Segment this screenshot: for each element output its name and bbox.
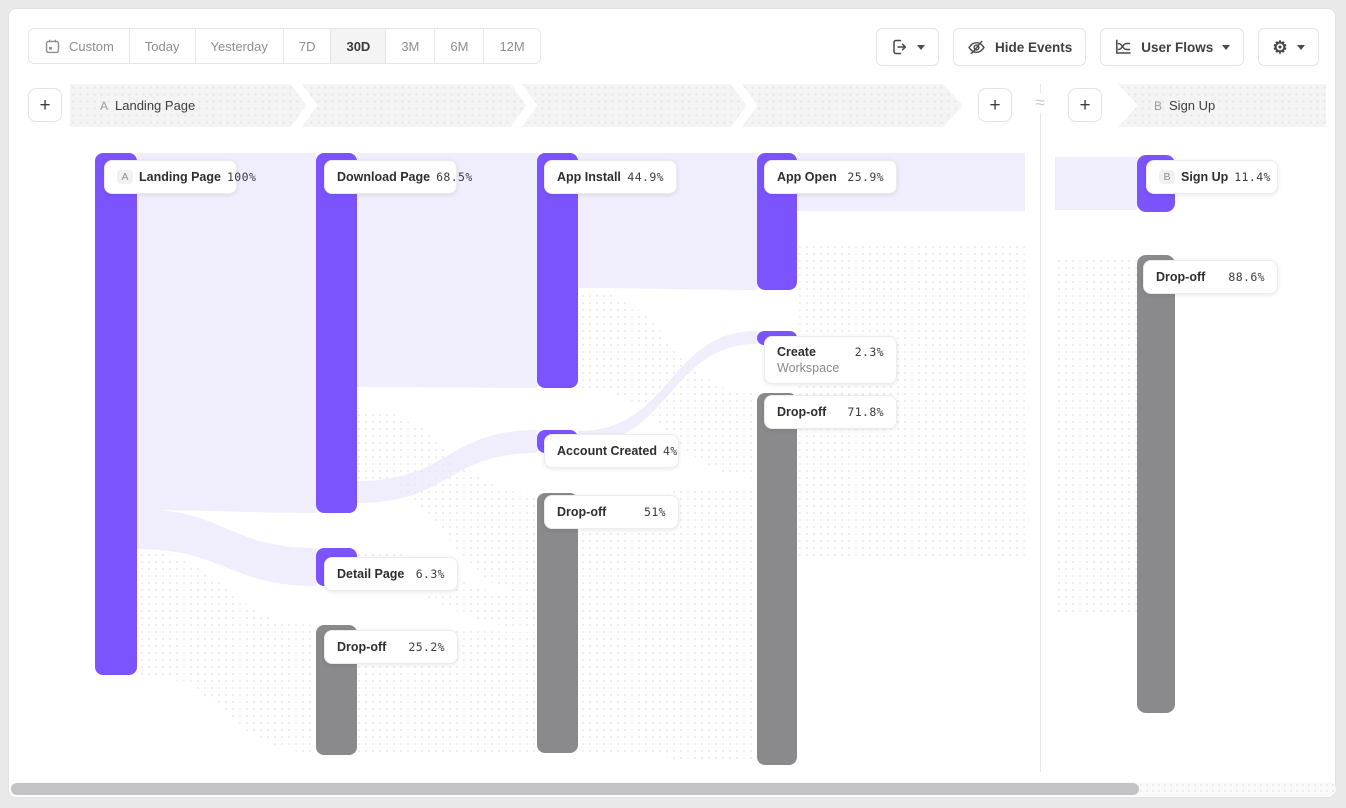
node-percent: 71.8% (847, 405, 884, 419)
node-card-app-open[interactable]: App Open 25.9% (764, 160, 897, 194)
section-a-title: A Landing Page (100, 98, 195, 113)
node-badge: A (117, 170, 133, 185)
section-b-label: Sign Up (1169, 98, 1215, 113)
date-range-3m[interactable]: 3M (385, 29, 434, 63)
node-card-dropoff-25-2[interactable]: Drop-off 25.2% (324, 630, 458, 664)
node-label: Drop-off (557, 505, 606, 519)
node-percent: 2.3% (855, 345, 884, 359)
node-percent: 6.3% (416, 567, 445, 581)
node-card-sign-up[interactable]: B Sign Up 11.4% (1146, 160, 1278, 194)
node-label: Create (777, 345, 816, 359)
chevron-down-icon (1222, 45, 1230, 50)
toolbar-right: Hide Events User Flows ⚙ (876, 28, 1319, 66)
date-range-30d[interactable]: 30D (330, 29, 385, 63)
node-card-account-created[interactable]: Account Created 4% (544, 434, 679, 468)
node-percent: 88.6% (1228, 270, 1265, 284)
date-range-label: Custom (69, 39, 114, 54)
node-percent: 25.9% (847, 170, 884, 184)
section-a-label: Landing Page (115, 98, 195, 113)
node-card-dropoff-88-6[interactable]: Drop-off 88.6% (1143, 260, 1278, 294)
node-label: Landing Page (139, 170, 221, 184)
date-range-6m[interactable]: 6M (434, 29, 483, 63)
chevron-down-icon (917, 45, 925, 50)
flows-chart-icon (1114, 38, 1132, 56)
node-label-line2: Workspace (777, 361, 884, 375)
node-card-detail-page[interactable]: Detail Page 6.3% (324, 557, 458, 591)
node-card-dropoff-71-8[interactable]: Drop-off 71.8% (764, 395, 897, 429)
add-step-before-a-button[interactable]: + (28, 88, 62, 122)
node-card-landing-page[interactable]: A Landing Page 100% (104, 160, 237, 194)
section-b-title: B Sign Up (1154, 98, 1215, 113)
node-label: App Open (777, 170, 837, 184)
hide-events-button[interactable]: Hide Events (953, 28, 1086, 66)
node-badge: B (1159, 170, 1175, 185)
calendar-icon (44, 38, 61, 55)
node-card-create-workspace[interactable]: Create 2.3% Workspace (764, 336, 897, 384)
export-icon (890, 38, 908, 56)
flow-section-a-band[interactable]: A Landing Page (70, 84, 963, 127)
date-range-7d[interactable]: 7D (283, 29, 331, 63)
settings-button[interactable]: ⚙ (1258, 28, 1318, 66)
add-step-after-a-button[interactable]: + (978, 88, 1012, 122)
date-range-12m[interactable]: 12M (483, 29, 539, 63)
flow-section-b-band[interactable]: B Sign Up (1118, 84, 1326, 127)
gear-icon: ⚙ (1272, 39, 1287, 56)
step-chevron-icon (289, 84, 319, 127)
node-label: App Install (557, 170, 621, 184)
node-card-download-page[interactable]: Download Page 68.5% (324, 160, 457, 194)
chevron-down-icon (1297, 45, 1305, 50)
node-label: Sign Up (1181, 170, 1228, 184)
horizontal-scrollbar-track[interactable] (10, 782, 1336, 796)
view-type-label: User Flows (1141, 40, 1213, 55)
step-chevron-icon (729, 84, 759, 127)
node-percent: 100% (227, 170, 256, 184)
eye-off-icon (967, 38, 986, 57)
node-card-app-install[interactable]: App Install 44.9% (544, 160, 677, 194)
node-percent: 25.2% (408, 640, 445, 654)
section-a-badge: A (100, 99, 108, 113)
node-label: Download Page (337, 170, 430, 184)
add-step-before-b-button[interactable]: + (1068, 88, 1102, 122)
node-label: Detail Page (337, 567, 404, 581)
date-range-selector: Custom Today Yesterday 7D 30D 3M 6M 12M (28, 28, 541, 64)
node-percent: 4% (663, 444, 678, 458)
hide-events-label: Hide Events (995, 40, 1072, 55)
section-b-badge: B (1154, 99, 1162, 113)
date-range-today[interactable]: Today (129, 29, 195, 63)
node-label: Drop-off (1156, 270, 1205, 284)
node-label: Drop-off (337, 640, 386, 654)
approx-symbol: ≈ (1029, 93, 1051, 113)
node-percent: 68.5% (436, 170, 473, 184)
node-percent: 11.4% (1234, 170, 1271, 184)
step-chevron-icon (509, 84, 539, 127)
date-range-custom[interactable]: Custom (29, 29, 129, 63)
horizontal-scrollbar-thumb[interactable] (11, 783, 1139, 795)
date-range-yesterday[interactable]: Yesterday (195, 29, 283, 63)
node-label: Drop-off (777, 405, 826, 419)
section-divider (1040, 84, 1041, 772)
node-label: Account Created (557, 444, 657, 458)
node-card-dropoff-51[interactable]: Drop-off 51% (544, 495, 679, 529)
view-type-button[interactable]: User Flows (1100, 28, 1244, 66)
export-button[interactable] (876, 28, 939, 66)
node-percent: 51% (644, 505, 666, 519)
node-percent: 44.9% (627, 170, 664, 184)
